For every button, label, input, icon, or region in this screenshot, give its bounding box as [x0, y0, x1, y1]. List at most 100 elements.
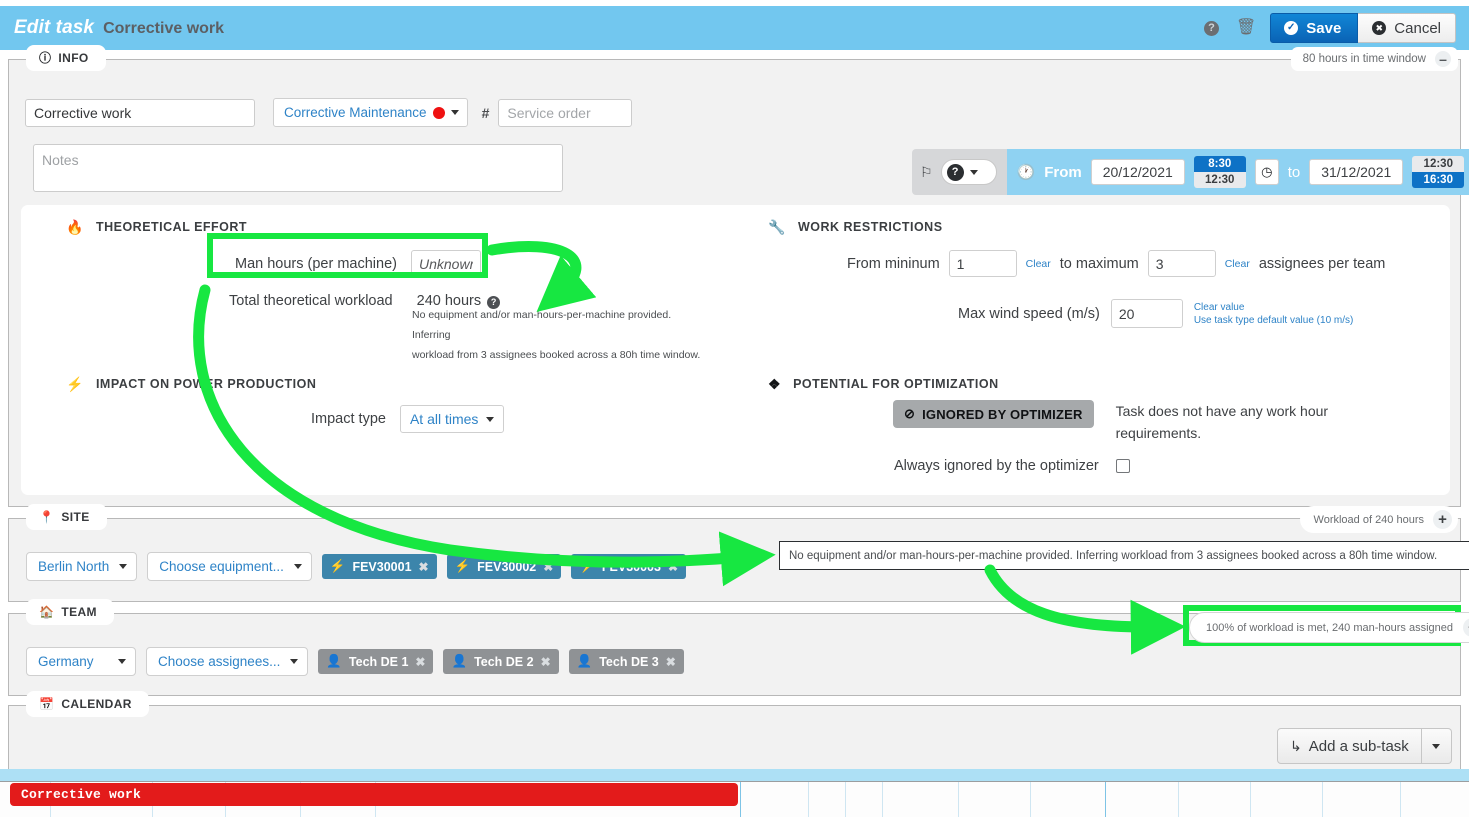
- info-fields-row: Corrective Maintenance #: [25, 98, 632, 127]
- service-order-input[interactable]: [498, 99, 632, 127]
- calendar-task-bar[interactable]: Corrective work: [10, 783, 738, 806]
- lightning-icon: ⚡: [455, 559, 471, 574]
- choose-equipment-dropdown[interactable]: Choose equipment...: [147, 552, 312, 581]
- assignee-tag[interactable]: 👤 Tech DE 1 ✖: [318, 649, 433, 674]
- choose-equipment-label: Choose equipment...: [159, 559, 284, 574]
- min-assignees-input[interactable]: [949, 250, 1017, 277]
- calendar-icon: 📅: [39, 698, 54, 710]
- always-ignored-row: Always ignored by the optimizer: [894, 458, 1130, 474]
- clear-min-link[interactable]: Clear: [1026, 258, 1051, 270]
- workload-hint: No equipment and/or man-hours-per-machin…: [412, 305, 712, 365]
- site-location-value: Berlin North: [38, 559, 109, 574]
- plus-icon[interactable]: +: [1463, 618, 1469, 637]
- choose-assignees-dropdown[interactable]: Choose assignees...: [146, 647, 308, 676]
- from-date-input[interactable]: [1091, 159, 1185, 185]
- chevron-down-icon: [970, 170, 978, 175]
- assignee-tag[interactable]: 👤 Tech DE 3 ✖: [569, 649, 684, 674]
- notes-textarea[interactable]: [33, 144, 563, 192]
- impact-label: IMPACT ON POWER PRODUCTION: [96, 377, 316, 391]
- site-location-dropdown[interactable]: Berlin North: [26, 552, 137, 581]
- equipment-tag-label: FEV30003: [602, 560, 661, 574]
- add-subtask-button[interactable]: ↳ Add a sub-task: [1277, 728, 1422, 764]
- to-date-input[interactable]: [1309, 159, 1403, 185]
- min-assignees-label: From mininum: [847, 256, 940, 272]
- from-time-stepper[interactable]: 8:30 12:30: [1194, 156, 1246, 188]
- remove-tag-icon[interactable]: ✖: [415, 655, 425, 669]
- team-country-value: Germany: [38, 654, 94, 669]
- remove-tag-icon[interactable]: ✖: [668, 560, 678, 574]
- assignees-suffix-label: assignees per team: [1259, 256, 1386, 272]
- add-subtask-dropdown[interactable]: [1422, 728, 1452, 764]
- to-label: to: [1288, 164, 1301, 181]
- team-controls-row: Germany Choose assignees... 👤 Tech DE 1 …: [26, 647, 684, 676]
- task-type-label: Corrective Maintenance: [284, 105, 427, 120]
- cancel-button[interactable]: ✖ Cancel: [1358, 13, 1456, 43]
- time-window-label: 80 hours in time window: [1303, 53, 1426, 65]
- site-workload-label: Workload of 240 hours: [1314, 514, 1424, 526]
- tab-info[interactable]: ⓘ INFO: [27, 46, 105, 70]
- theoretical-effort-label: THEORETICAL EFFORT: [96, 220, 247, 234]
- flag-icon: ⚐: [920, 165, 933, 179]
- site-controls-row: Berlin North Choose equipment... ⚡ FEV30…: [26, 552, 686, 581]
- wind-speed-input[interactable]: [1111, 299, 1183, 328]
- to-time-bottom[interactable]: 16:30: [1412, 172, 1464, 188]
- task-title: Corrective work: [103, 20, 224, 38]
- from-clock-button[interactable]: ◷: [1255, 159, 1279, 185]
- from-time-bottom[interactable]: 12:30: [1194, 172, 1246, 188]
- person-icon: 👤: [451, 654, 467, 669]
- task-name-input[interactable]: [25, 99, 255, 127]
- ban-icon: ⊘: [904, 406, 915, 422]
- info-panel: ⓘ INFO 80 hours in time window – Correct…: [8, 59, 1461, 507]
- assignee-tag-label: Tech DE 3: [599, 655, 659, 669]
- priority-dropdown[interactable]: ?: [941, 159, 997, 185]
- wrench-icon: 🔧: [768, 220, 786, 234]
- equipment-tag-label: FEV30001: [352, 560, 411, 574]
- clear-value-link[interactable]: Clear value: [1194, 301, 1354, 314]
- site-workload-tooltip: No equipment and/or man-hours-per-machin…: [779, 541, 1469, 570]
- remove-tag-icon[interactable]: ✖: [419, 560, 429, 574]
- tab-site[interactable]: 📍 SITE: [27, 505, 106, 529]
- to-time-top[interactable]: 12:30: [1412, 156, 1464, 172]
- person-icon: 👤: [326, 654, 342, 669]
- remove-tag-icon[interactable]: ✖: [666, 655, 676, 669]
- status-badge-label: IGNORED BY OPTIMIZER: [922, 407, 1083, 422]
- work-restrictions-label: WORK RESTRICTIONS: [798, 220, 943, 234]
- save-button[interactable]: ✓ Save: [1270, 13, 1358, 43]
- clear-max-link[interactable]: Clear: [1225, 258, 1250, 270]
- work-restrictions-title: 🔧 WORK RESTRICTIONS: [768, 220, 943, 234]
- man-hours-label: Man hours (per machine): [235, 256, 397, 272]
- from-time-top[interactable]: 8:30: [1194, 156, 1246, 172]
- check-icon: ✓: [1284, 21, 1298, 35]
- always-ignored-checkbox[interactable]: [1116, 459, 1130, 473]
- to-time-stepper[interactable]: 12:30 16:30: [1412, 156, 1464, 188]
- man-hours-input[interactable]: [411, 250, 481, 277]
- remove-tag-icon[interactable]: ✖: [541, 655, 551, 669]
- help-icon[interactable]: ?: [1204, 21, 1219, 36]
- save-button-label: Save: [1306, 20, 1341, 37]
- wind-speed-row: Max wind speed (m/s) Clear value Use tas…: [958, 299, 1353, 328]
- impact-type-dropdown[interactable]: At all times: [400, 405, 504, 433]
- edit-task-label: Edit task: [14, 17, 94, 39]
- team-country-dropdown[interactable]: Germany: [26, 647, 136, 676]
- task-type-dropdown[interactable]: Corrective Maintenance: [273, 98, 468, 127]
- status-badge: ⊘ IGNORED BY OPTIMIZER: [893, 400, 1094, 428]
- default-value-link[interactable]: Use task type default value (10 m/s): [1194, 314, 1354, 327]
- always-ignored-label: Always ignored by the optimizer: [894, 458, 1099, 474]
- assignee-tag-label: Tech DE 2: [474, 655, 534, 669]
- plus-icon[interactable]: +: [1433, 510, 1452, 529]
- tab-team[interactable]: 🏠 TEAM: [27, 600, 113, 624]
- collapse-icon[interactable]: –: [1435, 51, 1451, 67]
- tab-calendar[interactable]: 📅 CALENDAR: [27, 692, 148, 716]
- workload-hint-line2: workload from 3 assignees booked across …: [412, 345, 712, 365]
- equipment-tag[interactable]: ⚡ FEV30002 ✖: [447, 554, 562, 579]
- trash-icon[interactable]: 🗑: [1236, 20, 1256, 36]
- equipment-tag[interactable]: ⚡ FEV30003 ✖: [571, 554, 686, 579]
- chevron-down-icon: [290, 659, 298, 664]
- remove-tag-icon[interactable]: ✖: [543, 560, 553, 574]
- tab-team-label: TEAM: [61, 605, 97, 619]
- info-icon: ⓘ: [39, 52, 51, 64]
- assignee-tag[interactable]: 👤 Tech DE 2 ✖: [443, 649, 558, 674]
- equipment-tag[interactable]: ⚡ FEV30001 ✖: [322, 554, 437, 579]
- max-assignees-input[interactable]: [1148, 250, 1216, 277]
- wind-speed-label: Max wind speed (m/s): [958, 306, 1100, 322]
